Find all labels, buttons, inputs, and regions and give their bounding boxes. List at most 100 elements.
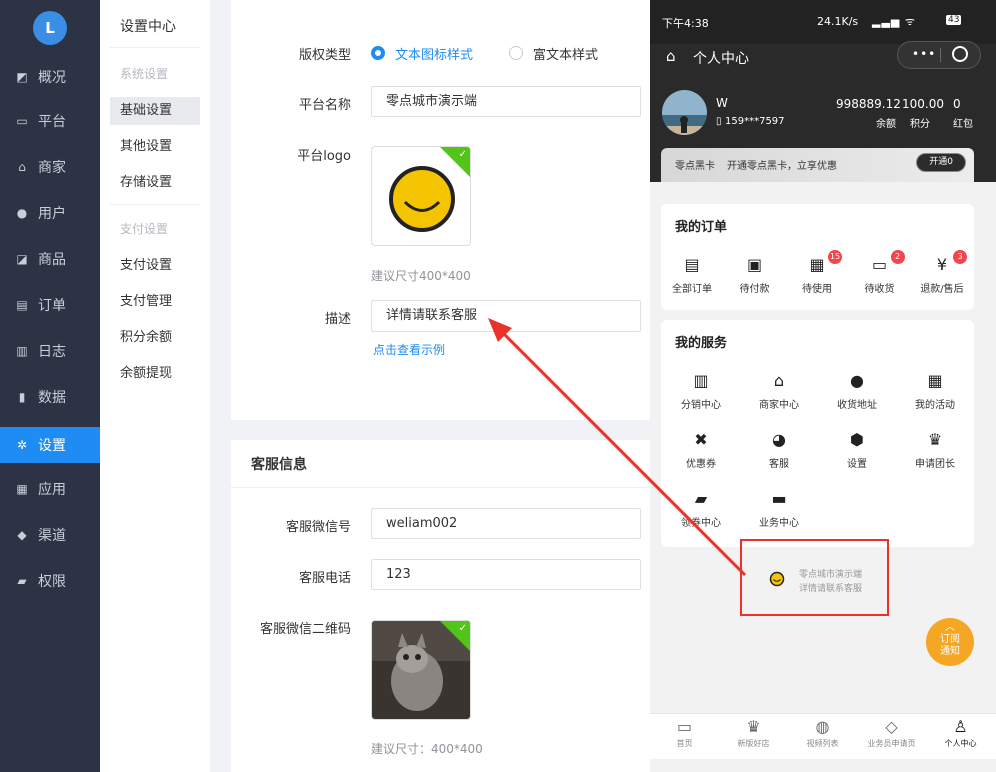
subscribe-label: 订阅通知 — [940, 634, 960, 657]
nav-item-label: 订单 — [38, 298, 66, 314]
nav-item-2[interactable]: ⌂ 商家 — [0, 149, 100, 185]
goods-icon: ◪ — [16, 252, 28, 266]
subnav-item-other[interactable]: 其他设置 — [110, 133, 200, 161]
check-icon: ✓ — [458, 149, 467, 160]
nav-item-label: 平台 — [38, 114, 66, 130]
platform-name-label: 平台名称 — [298, 98, 351, 113]
service-qr-upload[interactable]: ✓ — [371, 620, 471, 720]
radio-text-icon-style[interactable] — [371, 46, 385, 60]
nav-item-8[interactable]: ✲ 设置 — [0, 427, 100, 463]
nav-item-label: 渠道 — [38, 528, 66, 544]
nav-item-label: 商家 — [38, 160, 66, 176]
home-icon[interactable]: ⌂ — [666, 47, 676, 65]
service-label: 优惠券 — [686, 459, 716, 470]
nav-item-4[interactable]: ◪ 商品 — [0, 241, 100, 277]
order-label: 待使用 — [802, 284, 832, 295]
subscribe-notify-button[interactable]: ︿ 订阅通知 — [926, 618, 974, 666]
nav-item-11[interactable]: ▰ 权限 — [0, 563, 100, 599]
all-orders-icon: ▤ — [684, 255, 700, 274]
description-textarea[interactable]: 详情请联系客服 — [371, 300, 641, 332]
service-address-button[interactable]: ● 收货地址 — [818, 372, 896, 412]
stat-value[interactable]: 998889.12 — [836, 97, 901, 111]
service-merchant-button[interactable]: ⌂ 商家中心 — [740, 371, 818, 412]
nav-item-9[interactable]: ▦ 应用 — [0, 471, 100, 507]
subnav-group-payment: 支付设置 — [120, 222, 169, 236]
copyright-type-label: 版权类型 — [298, 48, 351, 63]
nav-item-label: 数据 — [38, 390, 66, 406]
more-icon[interactable]: ••• — [912, 47, 936, 61]
merchant-icon: ⌂ — [773, 371, 785, 390]
subnav-item-storage[interactable]: 存储设置 — [110, 169, 200, 197]
radio-text-icon-label[interactable]: 文本图标样式 — [395, 44, 473, 63]
nav-item-7[interactable]: ▮ 数据 — [0, 379, 100, 415]
user-phone: 159***7597 — [725, 116, 785, 127]
coupon-center-icon: ▰ — [694, 489, 708, 508]
subnav-item-withdraw[interactable]: 余额提现 — [110, 360, 200, 388]
description-label: 描述 — [324, 312, 351, 327]
tab-label: 个人中心 — [944, 739, 977, 748]
tab-video-list[interactable]: ◍ 视频列表 — [788, 718, 857, 749]
service-label: 业务中心 — [759, 518, 799, 529]
app-logo[interactable]: L — [33, 11, 67, 45]
radio-richtext-label[interactable]: 富文本样式 — [533, 44, 598, 63]
view-example-link[interactable]: 点击查看示例 — [373, 341, 445, 358]
divider — [231, 487, 651, 488]
my-orders-card: 我的订单 ▤ 全部订单 ▣ 待付款 ▦ 待使用 15 ▭ 待收货 2 ¥ 退款/售后 3 — [661, 204, 974, 310]
subnav-item-payment-manage[interactable]: 支付管理 — [110, 288, 200, 316]
service-apply-leader-button[interactable]: ♛ 申请团长 — [896, 430, 974, 471]
nav-item-3[interactable]: ● 用户 — [0, 195, 100, 231]
miniapp-capsule[interactable]: ••• — [897, 41, 981, 69]
vip-card[interactable]: 零点黑卡 开通零点黑卡，立享优惠 开通0 — [661, 148, 974, 182]
nav-item-label: 用户 — [38, 206, 66, 222]
stat-value[interactable]: 0 — [953, 97, 961, 111]
stat-value[interactable]: 100.00 — [902, 97, 944, 111]
nav-item-5[interactable]: ▤ 订单 — [0, 287, 100, 323]
subnav-item-points-balance[interactable]: 积分余额 — [110, 324, 200, 352]
order-refund-aftersale-button[interactable]: ¥ 退款/售后 3 — [903, 250, 981, 295]
battery-icon: 43 — [946, 15, 962, 25]
nav-item-label: 商品 — [38, 252, 66, 268]
service-coupon-center-button[interactable]: ▰ 领券中心 — [662, 489, 740, 530]
service-phone-input[interactable]: 123 — [371, 559, 641, 590]
service-wechat-label: 客服微信号 — [285, 520, 351, 535]
monitor-icon: ▭ — [16, 114, 28, 128]
home-tab-icon: ▭ — [676, 717, 693, 736]
tab-new-shops[interactable]: ♛ 新版好店 — [719, 718, 788, 749]
book-icon: ▥ — [16, 344, 28, 358]
dashboard-icon: ◩ — [16, 70, 28, 84]
service-activity-button[interactable]: ▦ 我的活动 — [896, 371, 974, 412]
vip-open-button[interactable]: 开通0 — [916, 153, 966, 172]
close-miniapp-icon[interactable] — [952, 46, 968, 62]
service-settings-button[interactable]: ⬢ 设置 — [818, 431, 896, 471]
divider — [110, 204, 200, 205]
service-distribution-button[interactable]: ▥ 分销中心 — [662, 372, 740, 412]
tab-profile[interactable]: ♙ 个人中心 — [926, 718, 995, 749]
diamond-icon: ◇ — [885, 717, 898, 736]
subnav-item-basic[interactable]: 基础设置 — [110, 97, 200, 125]
basic-settings-panel: 版权类型 文本图标样式 富文本样式 平台名称 零点城市演示端 平台logo ✓ … — [231, 0, 651, 420]
crown-icon: ♛ — [746, 717, 761, 736]
tab-salesman-apply[interactable]: ◇ 业务员申请页 — [857, 718, 926, 749]
subnav-item-payment-settings[interactable]: 支付设置 — [110, 252, 200, 280]
service-customer-service-button[interactable]: ◕ 客服 — [740, 431, 818, 471]
stat-label: 余额 — [876, 119, 896, 130]
activity-icon: ▦ — [927, 371, 943, 390]
nav-item-6[interactable]: ▥ 日志 — [0, 333, 100, 369]
radio-richtext-style[interactable] — [509, 46, 523, 60]
nav-item-1[interactable]: ▭ 平台 — [0, 103, 100, 139]
service-business-button[interactable]: ▬ 业务中心 — [740, 490, 818, 530]
platform-logo-upload[interactable]: ✓ — [371, 146, 471, 246]
nav-item-10[interactable]: ◆ 渠道 — [0, 517, 100, 553]
annotation-highlight-box — [740, 539, 889, 616]
avatar[interactable] — [662, 90, 707, 135]
tab-home[interactable]: ▭ 首页 — [650, 718, 719, 749]
service-wechat-input[interactable]: weliam002 — [371, 508, 641, 539]
stat-label: 积分 — [910, 119, 930, 130]
nav-item-0[interactable]: ◩ 概况 — [0, 59, 100, 95]
qr-size-hint: 建议尺寸：400*400 — [371, 742, 483, 756]
main-sidebar: L ◩ 概况 ▭ 平台 ⌂ 商家 ● 用户 ◪ 商品 ▤ 订单 ▥ 日志 ▮ 数据 ✲ 设置 ▦ 应用 ◆ 渠道 ▰ 权限 — [0, 0, 100, 772]
gear-icon: ✲ — [16, 438, 28, 452]
service-coupon-button[interactable]: ✖ 优惠券 — [662, 431, 740, 471]
apply-leader-icon: ♛ — [927, 430, 943, 449]
platform-name-input[interactable]: 零点城市演示端 — [371, 86, 641, 117]
